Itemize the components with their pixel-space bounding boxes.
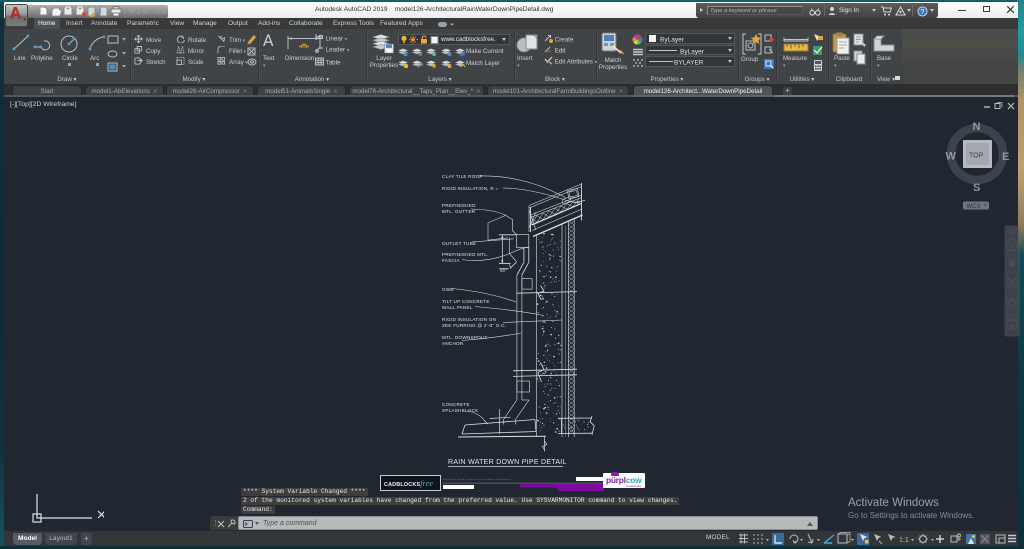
svg-text:FASCIA: FASCIA <box>442 258 461 263</box>
svg-text:PREFINISHED MTL.: PREFINISHED MTL. <box>442 252 489 257</box>
svg-text:SPLASHBLOCK: SPLASHBLOCK <box>442 408 479 413</box>
svg-text:RAIN WATER DOWN PIPE DETAIL: RAIN WATER DOWN PIPE DETAIL <box>448 459 567 466</box>
svg-text:RIGID INSULATION, R =: RIGID INSULATION, R = <box>442 186 498 191</box>
svg-text:MTL. DOWNSPOUT: MTL. DOWNSPOUT <box>442 335 488 340</box>
svg-text:PREFINISHED: PREFINISHED <box>442 203 476 208</box>
svg-text:GWB: GWB <box>442 287 454 292</box>
svg-text:RIGID INSULATION ON: RIGID INSULATION ON <box>442 317 496 322</box>
svg-text:CONCRETE: CONCRETE <box>442 402 470 407</box>
svg-text:1:1: 1:1 <box>899 537 909 544</box>
svg-text:WALL PANEL: WALL PANEL <box>442 305 473 310</box>
svg-text:ANCHOR.: ANCHOR. <box>442 341 465 346</box>
svg-text:CLAY TILE ROOF: CLAY TILE ROOF <box>442 174 483 179</box>
svg-text:TILT UP CONCRETE: TILT UP CONCRETE <box>442 299 490 304</box>
svg-text:ZEE FURRING @ 2'-0" O.C.: ZEE FURRING @ 2'-0" O.C. <box>442 323 506 328</box>
svg-text:OUTLET TUBE: OUTLET TUBE <box>442 241 476 246</box>
svg-text:MTL. GUTTER: MTL. GUTTER <box>442 209 476 214</box>
